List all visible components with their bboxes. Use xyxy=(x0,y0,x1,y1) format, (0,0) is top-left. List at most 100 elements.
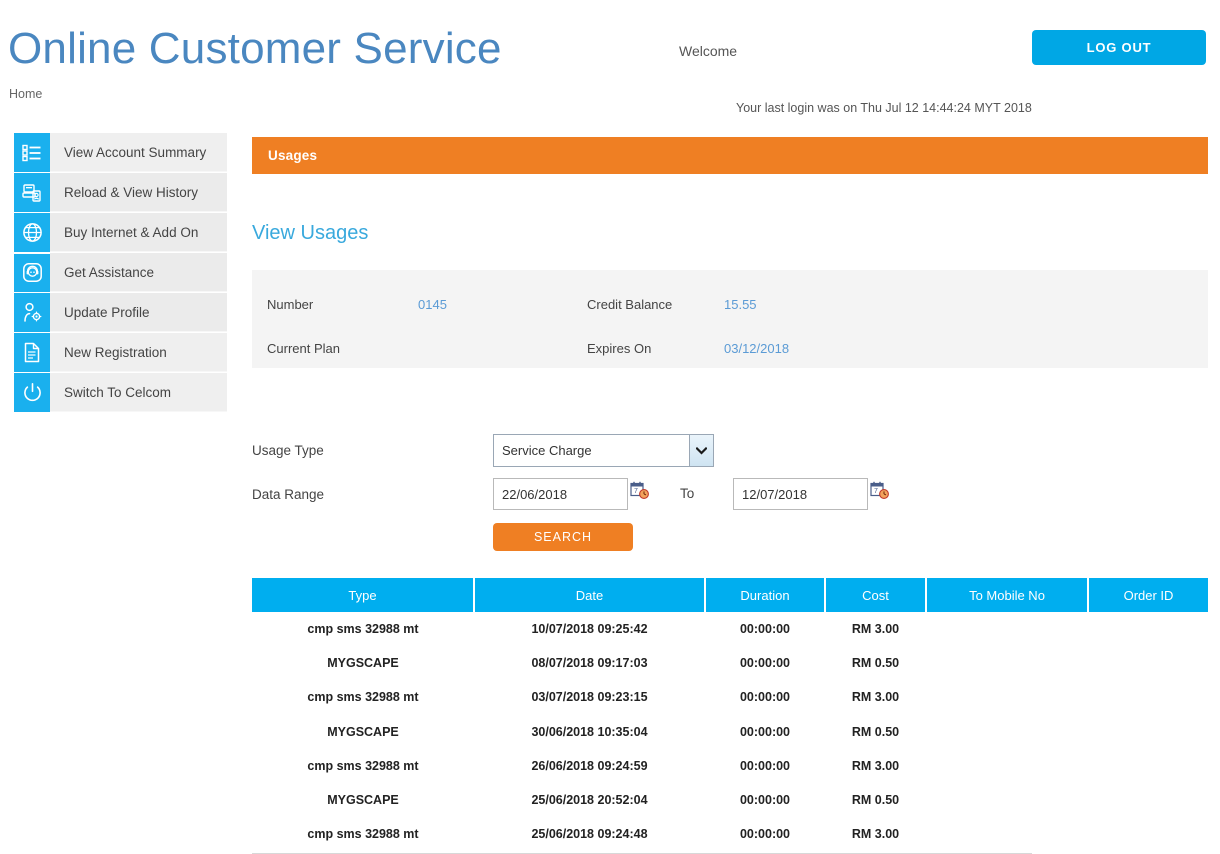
column-header-order-id[interactable]: Order ID xyxy=(1088,578,1208,612)
logout-button[interactable]: LOG OUT xyxy=(1032,30,1206,65)
date-from-input[interactable] xyxy=(493,478,628,510)
search-button[interactable]: SEARCH xyxy=(493,523,633,551)
cell-to-mobile-no xyxy=(926,714,1088,749)
welcome-text: Welcome xyxy=(679,43,738,59)
cell-date: 25/06/2018 20:52:04 xyxy=(474,782,705,818)
sidebar-item-label: View Account Summary xyxy=(50,133,227,172)
table-row: MYGSCAPE 08/07/2018 09:17:03 00:00:00 RM… xyxy=(252,646,1208,681)
usages-table-body: cmp sms 32988 mt 10/07/2018 09:25:42 00:… xyxy=(252,612,1208,852)
cell-cost: RM 0.50 xyxy=(825,714,926,749)
cell-type: cmp sms 32988 mt xyxy=(252,680,474,715)
person-gear-icon xyxy=(14,293,50,332)
cell-date: 08/07/2018 09:17:03 xyxy=(474,646,705,681)
cell-date: 25/06/2018 09:24:48 xyxy=(474,817,705,852)
cell-to-mobile-no xyxy=(926,612,1088,647)
page-title: View Usages xyxy=(252,222,369,244)
cell-date: 03/07/2018 09:23:15 xyxy=(474,680,705,715)
sidebar-divider xyxy=(14,253,50,254)
cell-order-id xyxy=(1088,646,1208,681)
column-header-to-mobile-no[interactable]: To Mobile No xyxy=(926,578,1089,612)
main-content: Usages View Usages Number 0145 Credit Ba… xyxy=(252,137,1208,854)
cell-type: cmp sms 32988 mt xyxy=(252,612,474,647)
column-header-cost[interactable]: Cost xyxy=(825,578,927,612)
cell-order-id xyxy=(1088,817,1208,852)
table-row: MYGSCAPE 25/06/2018 20:52:04 00:00:00 RM… xyxy=(252,782,1208,818)
cell-type: cmp sms 32988 mt xyxy=(252,748,474,783)
sidebar-item-view-account-summary[interactable]: View Account Summary xyxy=(14,133,227,172)
headset-support-icon xyxy=(14,253,50,292)
number-value: 0145 xyxy=(418,297,447,312)
cell-type: MYGSCAPE xyxy=(252,646,474,681)
cell-to-mobile-no xyxy=(926,680,1088,715)
cell-duration: 00:00:00 xyxy=(705,748,825,783)
column-header-duration[interactable]: Duration xyxy=(705,578,826,612)
cell-duration: 00:00:00 xyxy=(705,646,825,681)
usage-type-selected-value: Service Charge xyxy=(502,443,592,458)
table-row: cmp sms 32988 mt 10/07/2018 09:25:42 00:… xyxy=(252,612,1208,647)
panel-title-bar: Usages xyxy=(252,137,1208,174)
sidebar-item-new-registration[interactable]: New Registration xyxy=(14,333,227,372)
sidebar-item-switch-to-celcom[interactable]: Switch To Celcom xyxy=(14,373,227,412)
sidebar-item-label: Reload & View History xyxy=(50,173,227,212)
calendar-icon[interactable]: 7 xyxy=(630,481,650,505)
sidebar-item-label: Buy Internet & Add On xyxy=(50,213,227,252)
account-info-panel: Number 0145 Credit Balance 15.55 Current… xyxy=(252,270,1208,368)
sidebar-item-label: Update Profile xyxy=(50,293,227,332)
cell-date: 10/07/2018 09:25:42 xyxy=(474,612,705,647)
cell-to-mobile-no xyxy=(926,748,1088,783)
data-range-label: Data Range xyxy=(252,487,325,502)
cell-order-id xyxy=(1088,748,1208,783)
to-label: To xyxy=(680,486,695,501)
cell-to-mobile-no xyxy=(926,782,1088,818)
table-row: MYGSCAPE 30/06/2018 10:35:04 00:00:00 RM… xyxy=(252,714,1208,749)
usage-type-label: Usage Type xyxy=(252,443,324,458)
cell-type: MYGSCAPE xyxy=(252,714,474,749)
cell-order-id xyxy=(1088,680,1208,715)
cell-duration: 00:00:00 xyxy=(705,680,825,715)
device-reload-icon xyxy=(14,173,50,212)
usage-type-select[interactable]: Service Charge xyxy=(493,434,714,467)
cell-order-id xyxy=(1088,714,1208,749)
column-header-date[interactable]: Date xyxy=(474,578,706,612)
cell-cost: RM 3.00 xyxy=(825,612,926,647)
cell-duration: 00:00:00 xyxy=(705,714,825,749)
sidebar-item-label: Get Assistance xyxy=(50,253,227,292)
table-row: cmp sms 32988 mt 03/07/2018 09:23:15 00:… xyxy=(252,680,1208,715)
cell-duration: 00:00:00 xyxy=(705,817,825,852)
sidebar-item-label: Switch To Celcom xyxy=(50,373,227,412)
cell-duration: 00:00:00 xyxy=(705,612,825,647)
cell-date: 30/06/2018 10:35:04 xyxy=(474,714,705,749)
expires-on-label: Expires On xyxy=(587,341,652,356)
column-header-type[interactable]: Type xyxy=(252,578,475,612)
usage-search-form: Usage Type Service Charge Data Range 7 T… xyxy=(252,390,1208,551)
sidebar-item-update-profile[interactable]: Update Profile xyxy=(14,293,227,332)
svg-text:7: 7 xyxy=(874,488,878,495)
cell-date: 26/06/2018 09:24:59 xyxy=(474,748,705,783)
expires-on-value: 03/12/2018 xyxy=(724,341,790,356)
credit-balance-label: Credit Balance xyxy=(587,297,673,312)
breadcrumb[interactable]: Home xyxy=(9,87,42,101)
sidebar-item-label: New Registration xyxy=(50,333,227,372)
panel-title-text: Usages xyxy=(268,148,318,163)
credit-balance-value: 15.55 xyxy=(724,297,757,312)
svg-text:7: 7 xyxy=(634,488,638,495)
sidebar-nav: View Account Summary Reload & View Histo… xyxy=(14,133,227,413)
calendar-icon[interactable]: 7 xyxy=(870,481,890,505)
sidebar-item-buy-internet-add-on[interactable]: Buy Internet & Add On xyxy=(14,213,227,252)
list-icon xyxy=(14,133,50,172)
cell-cost: RM 3.00 xyxy=(825,817,926,852)
usages-table-container: Type Date Duration Cost To Mobile No Ord… xyxy=(252,578,1208,854)
cell-type: cmp sms 32988 mt xyxy=(252,817,474,852)
sidebar-item-reload-view-history[interactable]: Reload & View History xyxy=(14,173,227,212)
sidebar-item-get-assistance[interactable]: Get Assistance xyxy=(14,253,227,292)
usages-table: Type Date Duration Cost To Mobile No Ord… xyxy=(252,578,1208,852)
cell-type: MYGSCAPE xyxy=(252,782,474,818)
document-icon xyxy=(14,333,50,372)
power-icon xyxy=(14,373,50,412)
cell-cost: RM 0.50 xyxy=(825,646,926,681)
chevron-down-icon[interactable] xyxy=(689,435,713,466)
cell-order-id xyxy=(1088,612,1208,647)
table-row: cmp sms 32988 mt 26/06/2018 09:24:59 00:… xyxy=(252,748,1208,783)
cell-duration: 00:00:00 xyxy=(705,782,825,818)
date-to-input[interactable] xyxy=(733,478,868,510)
